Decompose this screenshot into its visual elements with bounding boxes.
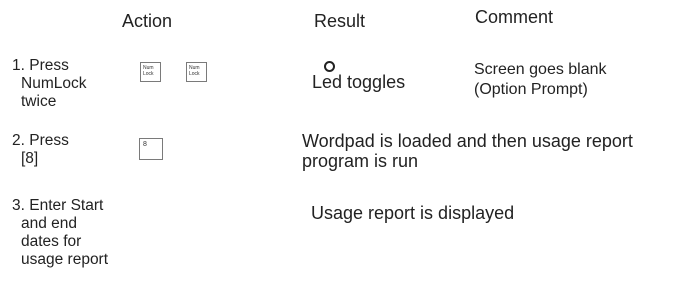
numlock-key-1-line-2: Lock (143, 71, 154, 77)
step-2-action: 2. Press [8] (12, 132, 69, 168)
header-result: Result (314, 11, 366, 31)
step-1-result: Led toggles (312, 72, 406, 92)
key-8: 8 (139, 138, 163, 160)
step-2-result: Wordpad is loaded and then usage report … (302, 131, 633, 171)
step-2-result-line-2: program is run (302, 151, 419, 171)
led-indicator-icon (324, 61, 335, 72)
step-1-line-2: NumLock (21, 75, 87, 92)
step-3-line-3: dates for (21, 233, 82, 250)
step-2-result-line-1: Wordpad is loaded and then usage report (302, 131, 633, 151)
instruction-table: Action Result Comment 1. Press NumLock t… (0, 0, 688, 287)
step-1-action: 1. Press NumLock twice (12, 57, 86, 111)
header-comment: Comment (475, 7, 554, 27)
step-3-line-4: usage report (21, 251, 109, 268)
step-3-line-1: 3. Enter Start (12, 197, 104, 214)
numlock-key-2-line-2: Lock (189, 71, 200, 77)
key-8-label: 8 (143, 141, 147, 148)
step-2-line-2: [8] (21, 150, 39, 167)
step-3-line-2: and end (21, 215, 78, 232)
numlock-key-1: Num Lock (140, 62, 161, 82)
step-2-line-1: 2. Press (12, 132, 69, 149)
step-1-line-3: twice (21, 93, 57, 110)
step-1-comment: Screen goes blank (Option Prompt) (474, 60, 607, 100)
step-1-comment-line-1: Screen goes blank (474, 61, 607, 78)
numlock-key-2: Num Lock (186, 62, 207, 82)
step-1-line-1: 1. Press (12, 57, 69, 74)
step-3-result: Usage report is displayed (311, 203, 515, 223)
header-action: Action (122, 11, 173, 31)
step-3-action: 3. Enter Start and end dates for usage r… (12, 197, 108, 269)
step-1-comment-line-2: (Option Prompt) (474, 81, 588, 98)
